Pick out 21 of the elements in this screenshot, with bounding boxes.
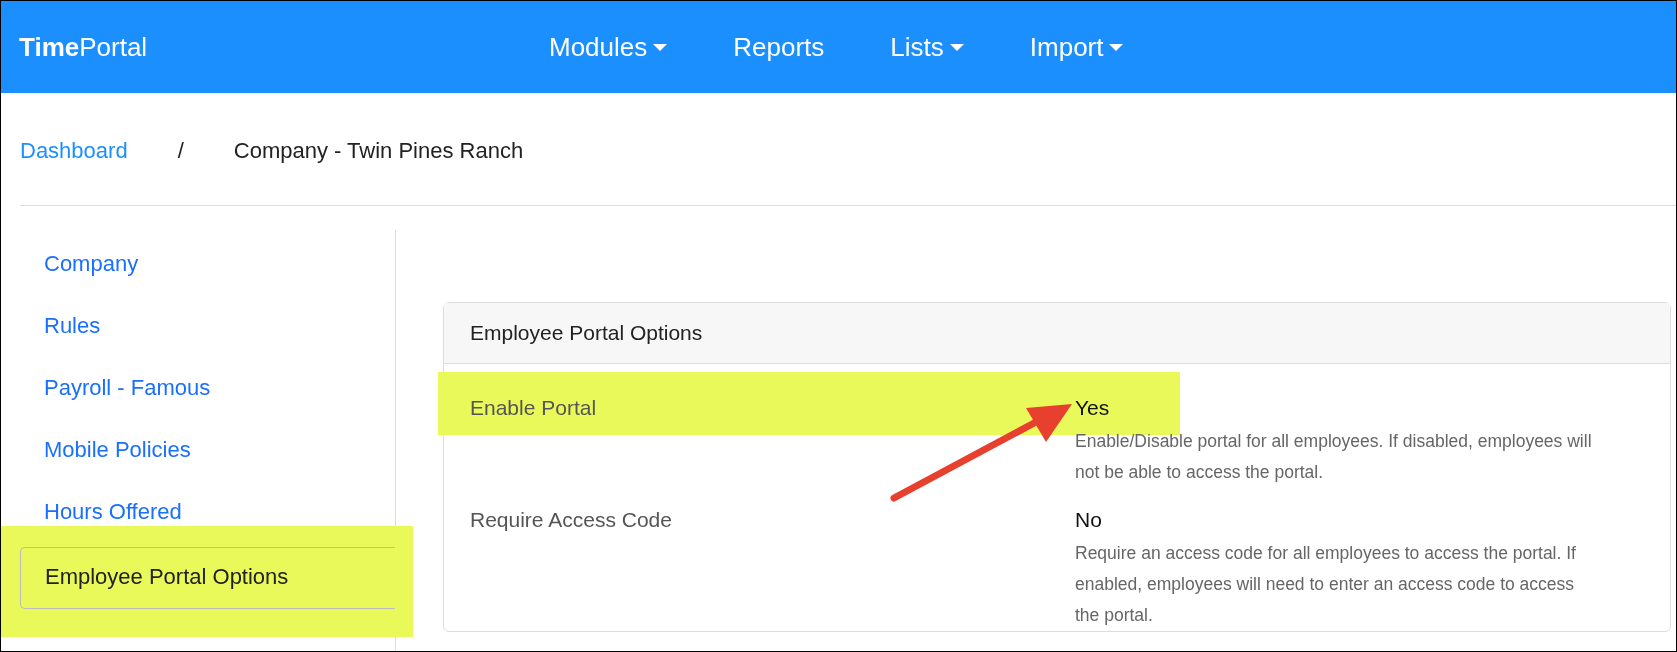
breadcrumb-current: Company - Twin Pines Ranch: [233, 138, 524, 164]
sidebar-item[interactable]: Employee Portal Options: [20, 547, 395, 609]
setting-description: Enable/Disable portal for all employees. If disabled, employees will not be able to access the portal.: [1075, 430, 1593, 484]
setting-value: No: [1075, 508, 1103, 532]
breadcrumb-link[interactable]: Dashboard: [20, 138, 128, 164]
setting-description: Require an access code for all employees to access the portal. If enabled, employees will need to enter an access code to access the portal.: [1075, 542, 1577, 627]
sidebar-item[interactable]: Rules: [20, 295, 395, 357]
sidebar-item[interactable]: Mobile Policies: [20, 419, 395, 481]
sidebar-item[interactable]: Payroll - Famous: [20, 357, 395, 419]
setting-label: Require Access Code: [470, 508, 673, 533]
logo-link[interactable]: TimePortal: [19, 31, 549, 63]
setting-value: Yes: [1075, 396, 1111, 420]
dropdown-menu-link[interactable]: Import: [1029, 31, 1124, 63]
nav-link[interactable]: Reports: [733, 31, 825, 63]
sidebar-item[interactable]: Hours Offered: [20, 481, 395, 543]
card-title: Employee Portal Options: [470, 321, 703, 345]
dropdown-menu-link[interactable]: Lists: [890, 31, 964, 63]
sidebar-item[interactable]: Company: [20, 233, 395, 295]
breadcrumb-separator: /: [177, 138, 184, 164]
setting-label: Enable Portal: [470, 396, 598, 421]
dropdown-menu-link[interactable]: Modules: [549, 31, 668, 63]
